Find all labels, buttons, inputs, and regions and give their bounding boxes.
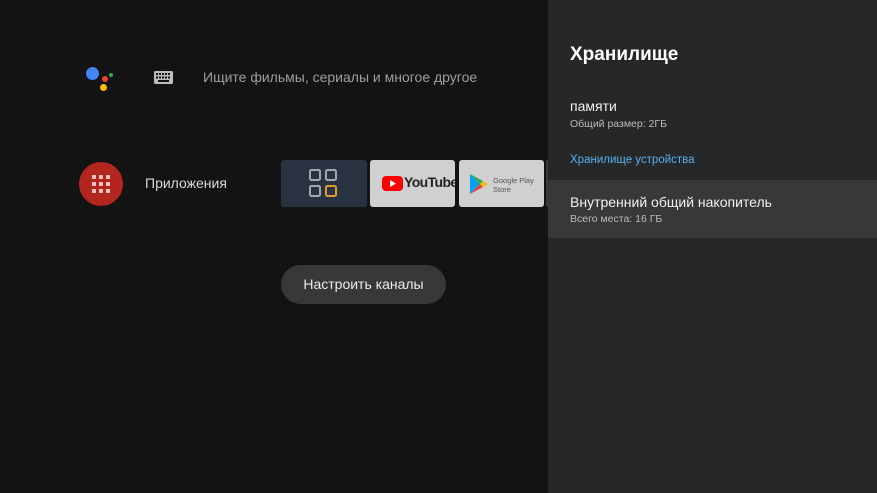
app-tile-google-play[interactable]: Google Play Store <box>459 160 544 207</box>
youtube-icon <box>382 176 403 191</box>
customize-channels-button[interactable]: Настроить каналы <box>281 265 446 304</box>
apps-label: Приложения <box>145 175 227 191</box>
storage-settings-panel: Хранилище памяти Общий размер: 2ГБ Храни… <box>548 0 877 493</box>
memory-item-detail: Общий размер: 2ГБ <box>570 118 667 130</box>
google-play-label-line1: Google Play <box>493 176 534 185</box>
home-screen: Ищите фильмы, сериалы и многое другое Пр… <box>0 0 550 493</box>
internal-storage-label: Внутренний общий накопитель <box>570 194 772 210</box>
grid-icon <box>309 169 337 197</box>
google-assistant-icon[interactable] <box>84 64 116 94</box>
app-tile-youtube[interactable]: YouTube <box>370 160 455 207</box>
memory-item-label: памяти <box>570 98 617 114</box>
internal-storage-item[interactable]: Внутренний общий накопитель Всего места:… <box>548 180 877 238</box>
search-placeholder[interactable]: Ищите фильмы, сериалы и многое другое <box>203 69 477 85</box>
apps-grid-icon <box>92 175 110 193</box>
youtube-label: YouTube <box>404 174 455 190</box>
device-storage-header: Хранилище устройства <box>570 154 695 166</box>
memory-item[interactable]: памяти Общий размер: 2ГБ <box>548 92 877 140</box>
app-tile-grid[interactable] <box>281 160 367 207</box>
keyboard-icon[interactable] <box>154 71 173 84</box>
google-play-label-line2: Store <box>493 185 511 194</box>
play-icon <box>470 174 488 194</box>
apps-button[interactable] <box>79 162 123 206</box>
panel-title: Хранилище <box>570 44 679 65</box>
internal-storage-detail: Всего места: 16 ГБ <box>570 213 663 225</box>
